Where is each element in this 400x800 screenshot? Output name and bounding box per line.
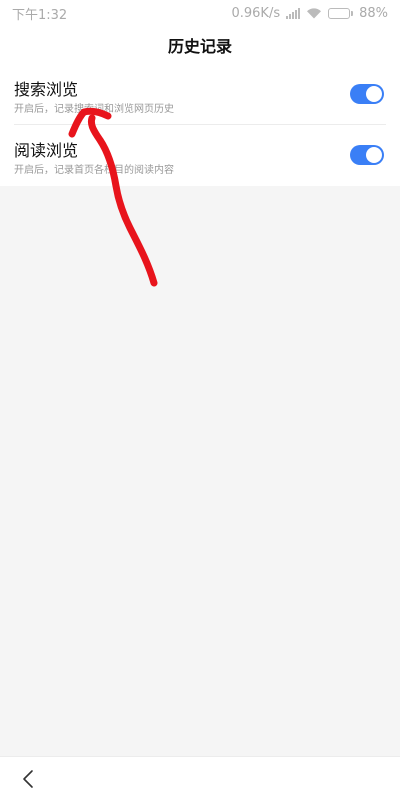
battery-icon [328, 7, 354, 19]
search-history-toggle[interactable] [350, 84, 384, 104]
reading-history-toggle[interactable] [350, 145, 384, 165]
toggle-knob [366, 147, 382, 163]
setting-title: 搜索浏览 [14, 80, 79, 99]
status-time: 下午1:32 [12, 7, 68, 23]
battery-percent: 88% [359, 5, 388, 21]
bottom-nav [0, 756, 400, 800]
page-title: 历史记录 [167, 37, 232, 56]
status-bar: 下午1:32 0.96K/s 88% [0, 0, 400, 26]
wifi-icon [306, 7, 322, 19]
header: 历史记录 [0, 26, 400, 64]
toggle-knob [366, 86, 382, 102]
setting-row-search-history[interactable]: 搜索浏览 开启后，记录搜索词和浏览网页历史 [0, 64, 400, 124]
setting-row-reading-history[interactable]: 阅读浏览 开启后，记录首页各栏目的阅读内容 [0, 125, 400, 185]
network-speed: 0.96K/s [231, 5, 281, 21]
chevron-left-icon[interactable] [20, 769, 36, 793]
status-indicators: 0.96K/s 88% [231, 6, 388, 21]
signal-icon [286, 7, 301, 19]
setting-description: 开启后，记录首页各栏目的阅读内容 [14, 165, 174, 176]
setting-title: 阅读浏览 [14, 141, 79, 160]
settings-list: 搜索浏览 开启后，记录搜索词和浏览网页历史 阅读浏览 开启后，记录首页各栏目的阅… [0, 64, 400, 186]
setting-description: 开启后，记录搜索词和浏览网页历史 [14, 104, 174, 115]
